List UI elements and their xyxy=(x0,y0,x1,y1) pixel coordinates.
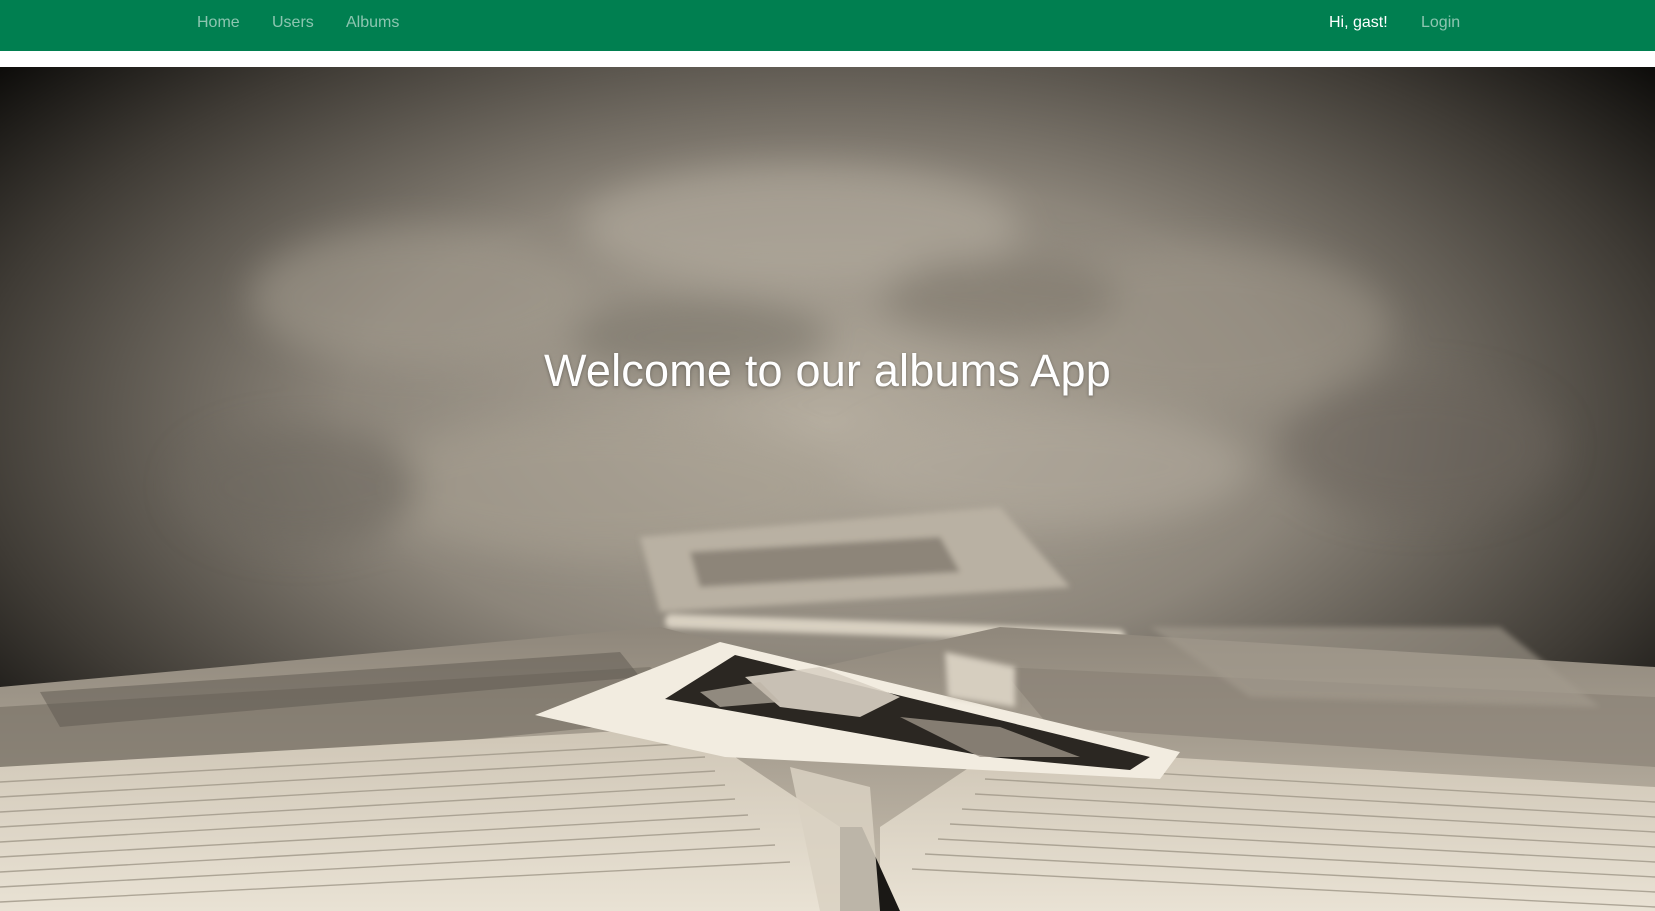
hero-banner: Welcome to our albums App xyxy=(0,67,1655,911)
nav-link-albums[interactable]: Albums xyxy=(346,0,399,46)
hero-title: Welcome to our albums App xyxy=(544,345,1111,397)
hero-background-image xyxy=(0,67,1655,911)
nav-link-users[interactable]: Users xyxy=(272,0,314,46)
user-greeting: Hi, gast! xyxy=(1329,14,1388,31)
top-navbar: Home Users Albums Hi, gast! Login xyxy=(0,0,1655,51)
login-link[interactable]: Login xyxy=(1421,0,1460,46)
nav-link-home[interactable]: Home xyxy=(197,0,240,46)
